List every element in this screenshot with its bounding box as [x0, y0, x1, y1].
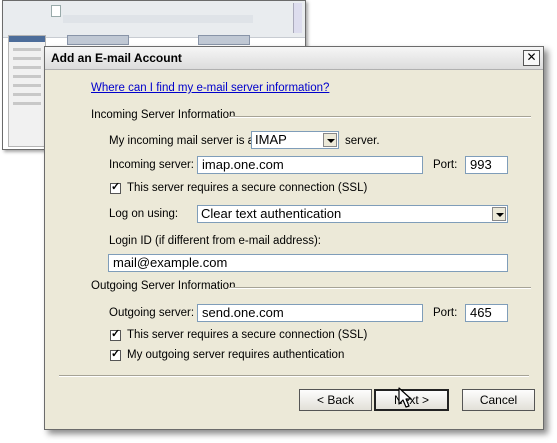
outgoing-auth-checkbox[interactable]	[110, 348, 121, 361]
incoming-server-input[interactable]: imap.one.com	[197, 156, 423, 174]
back-button[interactable]: < Back	[299, 389, 372, 411]
background-toolbar-strip	[63, 15, 253, 23]
dialog-title: Add an E-mail Account	[51, 51, 182, 65]
outgoing-auth-label: My outgoing server requires authenticati…	[127, 349, 345, 361]
background-pane-line	[13, 48, 41, 51]
chevron-down-icon[interactable]	[323, 133, 337, 147]
cancel-button[interactable]: Cancel	[462, 389, 535, 411]
section-divider	[229, 287, 531, 289]
background-tab	[198, 35, 250, 45]
server-type-suffix-label: server.	[345, 135, 380, 147]
background-navigation-pane	[8, 35, 46, 147]
button-separator	[59, 375, 529, 377]
background-pane-line	[13, 75, 41, 78]
incoming-server-label: Incoming server:	[109, 159, 195, 171]
background-tab	[67, 35, 129, 45]
outgoing-server-input[interactable]: send.one.com	[197, 304, 423, 322]
outgoing-server-label: Outgoing server:	[109, 307, 195, 319]
server-info-help-link[interactable]: Where can I find my e-mail server inform…	[91, 82, 329, 94]
title-bar: Add an E-mail Account ✕	[45, 47, 543, 70]
section-divider	[229, 116, 531, 118]
incoming-section-header: Incoming Server Information	[91, 109, 531, 123]
background-pane-line	[13, 84, 41, 87]
logon-method-label: Log on using:	[109, 208, 179, 220]
server-type-value: IMAP	[255, 132, 287, 147]
background-scrollbar	[293, 3, 302, 33]
incoming-ssl-checkbox[interactable]	[110, 181, 121, 194]
background-toolbar	[3, 1, 305, 38]
chevron-down-icon[interactable]	[492, 207, 506, 221]
outgoing-section-header: Outgoing Server Information	[91, 280, 531, 294]
outgoing-ssl-checkbox[interactable]	[110, 328, 121, 341]
server-type-select[interactable]: IMAP	[251, 131, 339, 149]
mouse-pointer-icon	[398, 387, 412, 408]
login-id-label: Login ID (if different from e-mail addre…	[109, 235, 321, 247]
background-pane-line	[13, 57, 41, 60]
server-type-prefix-label: My incoming mail server is a	[109, 135, 255, 147]
close-icon[interactable]: ✕	[523, 50, 540, 66]
background-pane-line	[13, 66, 41, 69]
background-toolbar-icon	[51, 5, 61, 17]
logon-method-value: Clear text authentication	[201, 206, 342, 221]
logon-method-select[interactable]: Clear text authentication	[197, 205, 508, 223]
add-email-account-dialog: Add an E-mail Account ✕ Where can I find…	[44, 46, 544, 430]
incoming-port-input[interactable]: 993	[465, 156, 508, 174]
incoming-section-label: Incoming Server Information	[91, 109, 236, 121]
incoming-port-label: Port:	[433, 159, 458, 171]
background-pane-header	[9, 36, 45, 42]
login-id-input[interactable]: mail@example.com	[108, 254, 508, 272]
incoming-ssl-label: This server requires a secure connection…	[127, 182, 368, 194]
background-pane-line	[13, 102, 41, 105]
outgoing-port-input[interactable]: 465	[465, 304, 508, 322]
outgoing-section-label: Outgoing Server Information	[91, 280, 236, 292]
background-pane-line	[13, 93, 41, 96]
outgoing-port-label: Port:	[433, 307, 458, 319]
outgoing-ssl-label: This server requires a secure connection…	[127, 329, 368, 341]
